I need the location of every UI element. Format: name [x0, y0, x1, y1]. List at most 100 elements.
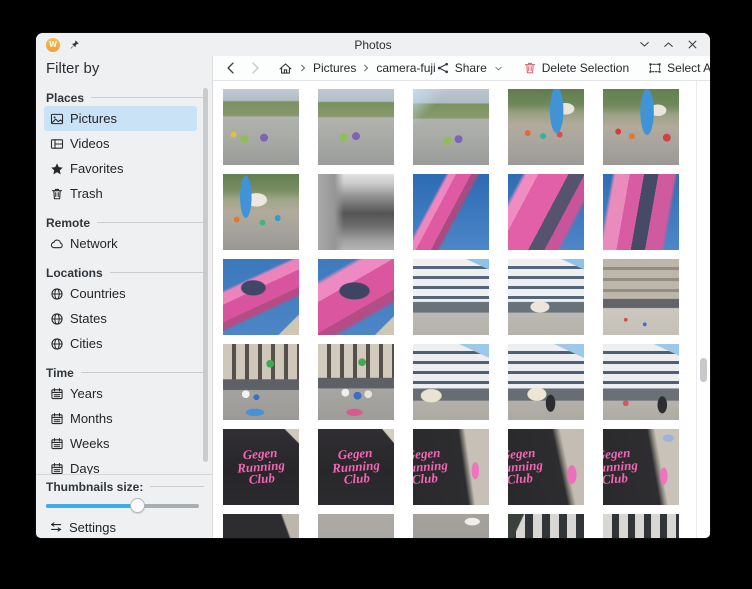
main-toolbar: Pictures camera-fuji Share Delete Selectio…: [213, 56, 710, 81]
photo-thumbnail-pink-flag-sky-3[interactable]: [603, 174, 679, 250]
photo-overlay-text: en: [223, 514, 299, 538]
sidebar-item-states[interactable]: States: [44, 306, 197, 331]
settings-button[interactable]: Settings: [46, 516, 204, 538]
select-all-button[interactable]: Select All: [648, 61, 710, 75]
section-header: Remote: [36, 214, 212, 231]
back-button[interactable]: [222, 59, 240, 77]
slider-fill: [46, 504, 135, 508]
photo-thumbnail-crowd-blue-banner-2[interactable]: [603, 89, 679, 165]
grid-scrollbar-thumb[interactable]: [700, 358, 707, 382]
photo-thumbnail-runners-classical-building-2[interactable]: [318, 344, 394, 420]
sidebar-item-label: Cities: [70, 336, 103, 351]
sidebar-item-weeks[interactable]: Weeks: [44, 431, 197, 456]
photo-thumbnail-asphalt-strip[interactable]: [318, 514, 394, 538]
sidebar-item-label: Weeks: [70, 436, 110, 451]
sidebar-item-favorites[interactable]: Favorites: [44, 156, 197, 181]
sidebar-item-label: Countries: [70, 286, 126, 301]
photo-thumbnail-plaza-crowd-dragons-1[interactable]: [223, 89, 299, 165]
photo-thumbnail-white-building-crowd-3[interactable]: [413, 344, 489, 420]
sidebar-item-pictures[interactable]: Pictures: [44, 106, 197, 131]
calendar-icon: [50, 412, 64, 426]
sidebar-item-countries[interactable]: Countries: [44, 281, 197, 306]
section-header: Locations: [36, 264, 212, 281]
sidebar-scrollbar-thumb[interactable]: [203, 88, 208, 462]
photo-thumbnail-black-shirt-partial-text-1[interactable]: Gegen Running Club: [413, 429, 489, 505]
sidebar-item-network[interactable]: Network: [44, 231, 197, 256]
sidebar-item-years[interactable]: Years: [44, 381, 197, 406]
share-icon: [436, 61, 450, 75]
grid-scrollbar[interactable]: [696, 81, 710, 538]
sidebar-item-label: States: [70, 311, 107, 326]
globe-icon: [50, 312, 64, 326]
photo-thumbnail-pink-flag-building-1[interactable]: [223, 259, 299, 335]
titlebar[interactable]: W Photos: [36, 33, 710, 56]
star-icon: [50, 162, 64, 176]
photo-overlay-text: Gegen Running Club: [603, 429, 655, 505]
photo-thumbnail-black-shirt-partial-text-3[interactable]: Gegen Running Club: [603, 429, 679, 505]
thumbnail-size-slider[interactable]: [46, 497, 204, 514]
desktop-background: W Photos Filter by PlacesPicturesVideosF…: [0, 0, 752, 589]
photo-thumbnail-building-facade-strip-2[interactable]: [603, 514, 679, 538]
slider-handle[interactable]: [130, 498, 145, 513]
sidebar-item-label: Days: [70, 461, 100, 474]
photo-grid: Gegen Running ClubGegen Running ClubGege…: [223, 89, 679, 538]
photo-thumbnail-plaza-crowd-dragons-2[interactable]: [318, 89, 394, 165]
photo-overlay-text: Gegen Running Club: [508, 429, 560, 505]
section-title: Locations: [46, 266, 103, 280]
photo-thumbnail-white-building-crowd-5[interactable]: [603, 344, 679, 420]
toolbar-actions: Share Delete Selection Select All: [436, 61, 710, 75]
filter-sidebar: Filter by PlacesPicturesVideosFavoritesT…: [36, 56, 213, 538]
photo-thumbnail-crowd-blue-banner-sign[interactable]: [223, 174, 299, 250]
calendar-icon: [50, 437, 64, 451]
sidebar-item-days[interactable]: Days: [44, 456, 197, 474]
photo-thumbnail-white-building-crowd-4[interactable]: [508, 344, 584, 420]
sidebar-item-months[interactable]: Months: [44, 406, 197, 431]
photo-thumbnail-pink-flag-sky-1[interactable]: [413, 174, 489, 250]
sidebar-item-trash[interactable]: Trash: [44, 181, 197, 206]
photo-thumbnail-crowd-blue-banner-1[interactable]: [508, 89, 584, 165]
home-button[interactable]: [278, 61, 293, 76]
close-button[interactable]: [685, 37, 700, 52]
delete-selection-button[interactable]: Delete Selection: [523, 61, 629, 75]
action-label: Delete Selection: [542, 61, 629, 75]
sidebar-item-label: Years: [70, 386, 103, 401]
breadcrumb-item-camera-fuji[interactable]: camera-fuji: [376, 61, 435, 75]
share-button[interactable]: Share: [436, 61, 504, 75]
sidebar-item-label: Videos: [70, 136, 110, 151]
photo-thumbnail-black-shirt-partial-text-2[interactable]: Gegen Running Club: [508, 429, 584, 505]
photo-thumbnail-pink-flag-sky-2[interactable]: [508, 174, 584, 250]
calendar-icon: [50, 462, 64, 475]
header-rule: [81, 372, 204, 373]
photos-app-window: W Photos Filter by PlacesPicturesVideosF…: [36, 33, 710, 538]
photo-thumbnail-white-building-crowd-1[interactable]: [413, 259, 489, 335]
sidebar-item-label: Pictures: [70, 111, 117, 126]
maximize-button[interactable]: [661, 37, 676, 52]
sidebar-section-remote: RemoteNetwork: [36, 214, 212, 256]
slider-track[interactable]: [46, 504, 199, 508]
photo-thumbnail-pink-flag-building-2[interactable]: [318, 259, 394, 335]
section-header: Time: [36, 364, 212, 381]
photo-thumbnail-plaza-crowd-dragons-3[interactable]: [413, 89, 489, 165]
sidebar-bottom-panel: Thumbnails size: Settings: [36, 474, 212, 538]
window-title: Photos: [36, 38, 710, 52]
photo-thumbnail-shirt-closeup-strip[interactable]: en: [223, 514, 299, 538]
sidebar-item-cities[interactable]: Cities: [44, 331, 197, 356]
photo-thumbnail-black-white-crowd[interactable]: [318, 174, 394, 250]
photo-thumbnail-building-facade-strip-1[interactable]: [508, 514, 584, 538]
picture-icon: [50, 112, 64, 126]
breadcrumb-item-pictures[interactable]: Pictures: [313, 61, 356, 75]
sidebar-item-videos[interactable]: Videos: [44, 131, 197, 156]
photo-thumbnail-white-building-crowd-2[interactable]: [508, 259, 584, 335]
photo-thumbnail-runners-classical-building-1[interactable]: [223, 344, 299, 420]
forward-button[interactable]: [246, 59, 264, 77]
photo-thumbnail-asphalt-pink-mark-shoe-strip[interactable]: [413, 514, 489, 538]
breadcrumb: Pictures camera-fuji: [293, 61, 436, 75]
photo-thumbnail-stone-building-spectators[interactable]: [603, 259, 679, 335]
minimize-button[interactable]: [637, 37, 652, 52]
section-title: Remote: [46, 216, 90, 230]
cloud-icon: [50, 237, 64, 251]
photo-thumbnail-black-shirt-full-text-1[interactable]: Gegen Running Club: [223, 429, 299, 505]
photo-thumbnail-black-shirt-full-text-2[interactable]: Gegen Running Club: [318, 429, 394, 505]
action-label: Share: [455, 61, 487, 75]
sidebar-section-places: PlacesPicturesVideosFavoritesTrash: [36, 89, 212, 206]
